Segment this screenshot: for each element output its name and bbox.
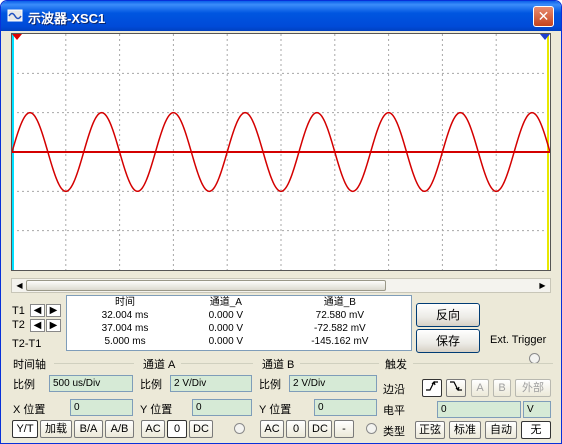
t1-time: 32.004 ms xyxy=(101,310,149,321)
trigger-source-a-button[interactable]: A xyxy=(471,379,489,397)
xpos-label: X 位置 xyxy=(13,404,46,416)
group-divider xyxy=(181,363,253,364)
scroll-left-icon[interactable]: ◀ xyxy=(12,279,27,292)
trigger-type-none-button[interactable]: 无 xyxy=(521,421,551,439)
trigger-level-label: 电平 xyxy=(383,405,405,417)
mode-ba-button[interactable]: B/A xyxy=(74,420,103,438)
trigger-level-unit[interactable]: V xyxy=(523,401,551,418)
readout-row-t1: 32.004 ms 0.000 V 72.580 mV xyxy=(67,309,411,322)
trigger-title: 触发 xyxy=(385,359,407,371)
mode-ab-button[interactable]: A/B xyxy=(105,420,134,438)
delta-channel-a: 0.000 V xyxy=(208,336,244,347)
trigger-edge-label: 边沿 xyxy=(383,384,405,396)
trigger-group: 触发 边沿 A B 外部 电平 0 V 类型 正弦 标准 自动 无 xyxy=(381,356,555,439)
channel-b-invert-button[interactable]: - xyxy=(334,420,354,438)
readout-row-delta: 5.000 ms 0.000 V -145.162 mV xyxy=(67,335,411,348)
close-button[interactable]: ✕ xyxy=(533,6,554,27)
trigger-type-sine-button[interactable]: 正弦 xyxy=(415,421,445,439)
channel-b-ypos-label: Y 位置 xyxy=(259,404,292,416)
t1-label: T1 xyxy=(12,305,25,317)
channel-b-scale-field[interactable]: 2 V/Div xyxy=(289,375,377,392)
header-channel-a: 通道_A xyxy=(209,297,242,308)
channel-b-ypos-field[interactable]: 0 xyxy=(314,399,377,416)
t2-left-arrow-icon[interactable]: ◀ xyxy=(30,319,45,332)
timebase-scale-field[interactable]: 500 us/Div xyxy=(49,375,133,392)
scope-display xyxy=(11,34,551,270)
timebase-group: 时间轴 比例 500 us/Div X 位置 0 Y/T 加载 B/A A/B xyxy=(8,356,136,438)
t2-t1-label: T2-T1 xyxy=(12,338,42,350)
t1-channel-a: 0.000 V xyxy=(208,310,244,321)
channel-b-group: 通道 B 比例 2 V/Div Y 位置 0 AC 0 DC - xyxy=(256,356,381,438)
xpos-field[interactable]: 0 xyxy=(70,399,133,416)
channel-a-ac-button[interactable]: AC xyxy=(141,420,165,438)
title-bar[interactable]: 示波器-XSC1 ✕ xyxy=(1,1,561,31)
scroll-right-icon[interactable]: ▶ xyxy=(535,279,550,292)
trigger-source-ext-button[interactable]: 外部 xyxy=(515,379,551,397)
readout-header-row: 时间 通道_A 通道_B xyxy=(67,296,411,309)
mode-yt-button[interactable]: Y/T xyxy=(12,420,38,438)
horizontal-scrollbar[interactable]: ◀ ▶ xyxy=(11,278,551,293)
falling-edge-icon[interactable] xyxy=(446,379,466,397)
channel-b-zero-button[interactable]: 0 xyxy=(286,420,306,438)
t1-channel-b: 72.580 mV xyxy=(315,310,365,321)
save-button[interactable]: 保存 xyxy=(416,329,480,353)
ext-trigger-label: Ext. Trigger xyxy=(490,334,547,346)
channel-a-zero-button[interactable]: 0 xyxy=(167,420,187,438)
delta-channel-b: -145.162 mV xyxy=(311,336,369,347)
channel-a-ypos-field[interactable]: 0 xyxy=(192,399,252,416)
channel-a-terminal[interactable] xyxy=(234,423,245,434)
trigger-type-auto-button[interactable]: 自动 xyxy=(485,421,517,439)
channel-a-ypos-label: Y 位置 xyxy=(140,404,173,416)
readout-row-t2: 37.004 ms 0.000 V -72.582 mV xyxy=(67,322,411,335)
trigger-type-label: 类型 xyxy=(383,426,405,438)
channel-a-dc-button[interactable]: DC xyxy=(189,420,213,438)
t1-left-arrow-icon[interactable]: ◀ xyxy=(30,304,45,317)
channel-b-title: 通道 B xyxy=(262,359,295,371)
channel-b-terminal[interactable] xyxy=(366,423,377,434)
trigger-type-normal-button[interactable]: 标准 xyxy=(449,421,481,439)
scope-screen[interactable] xyxy=(11,33,551,271)
cursor-readout-table: 时间 通道_A 通道_B 32.004 ms 0.000 V 72.580 mV… xyxy=(66,295,412,351)
window-title: 示波器-XSC1 xyxy=(28,11,106,26)
mode-add-button[interactable]: 加载 xyxy=(40,420,72,438)
group-divider xyxy=(54,363,134,364)
window-body: ◀ ▶ T1 ◀ ▶ T2 ◀ ▶ T2-T1 时间 通道_A 通道_B 32.… xyxy=(4,31,558,441)
trigger-source-b-button[interactable]: B xyxy=(493,379,511,397)
rising-edge-icon[interactable] xyxy=(422,379,442,397)
t2-channel-b: -72.582 mV xyxy=(314,323,366,334)
header-channel-b: 通道_B xyxy=(323,297,356,308)
oscilloscope-icon xyxy=(7,9,23,22)
channel-a-scale-field[interactable]: 2 V/Div xyxy=(170,375,252,392)
t2-right-arrow-icon[interactable]: ▶ xyxy=(46,319,61,332)
delta-time: 5.000 ms xyxy=(104,336,146,347)
trigger-level-field[interactable]: 0 xyxy=(437,401,521,418)
group-divider xyxy=(300,363,379,364)
t2-time: 37.004 ms xyxy=(101,323,149,334)
channel-b-dc-button[interactable]: DC xyxy=(308,420,332,438)
timebase-title: 时间轴 xyxy=(13,359,46,371)
channel-b-scale-label: 比例 xyxy=(259,379,281,391)
oscilloscope-window: 示波器-XSC1 ✕ ◀ ▶ T1 ◀ ▶ T2 ◀ ▶ T2-T1 时间 通道… xyxy=(0,0,562,444)
reverse-button[interactable]: 反向 xyxy=(416,303,480,327)
timebase-scale-label: 比例 xyxy=(13,379,35,391)
channel-b-ac-button[interactable]: AC xyxy=(260,420,284,438)
channel-a-scale-label: 比例 xyxy=(140,379,162,391)
group-divider xyxy=(413,363,553,364)
channel-a-title: 通道 A xyxy=(143,359,176,371)
t1-right-arrow-icon[interactable]: ▶ xyxy=(46,304,61,317)
channel-a-group: 通道 A 比例 2 V/Div Y 位置 0 AC 0 DC xyxy=(137,356,255,438)
t2-channel-a: 0.000 V xyxy=(208,323,244,334)
t2-label: T2 xyxy=(12,319,25,331)
scroll-thumb[interactable] xyxy=(26,280,386,291)
header-time: 时间 xyxy=(115,297,136,308)
